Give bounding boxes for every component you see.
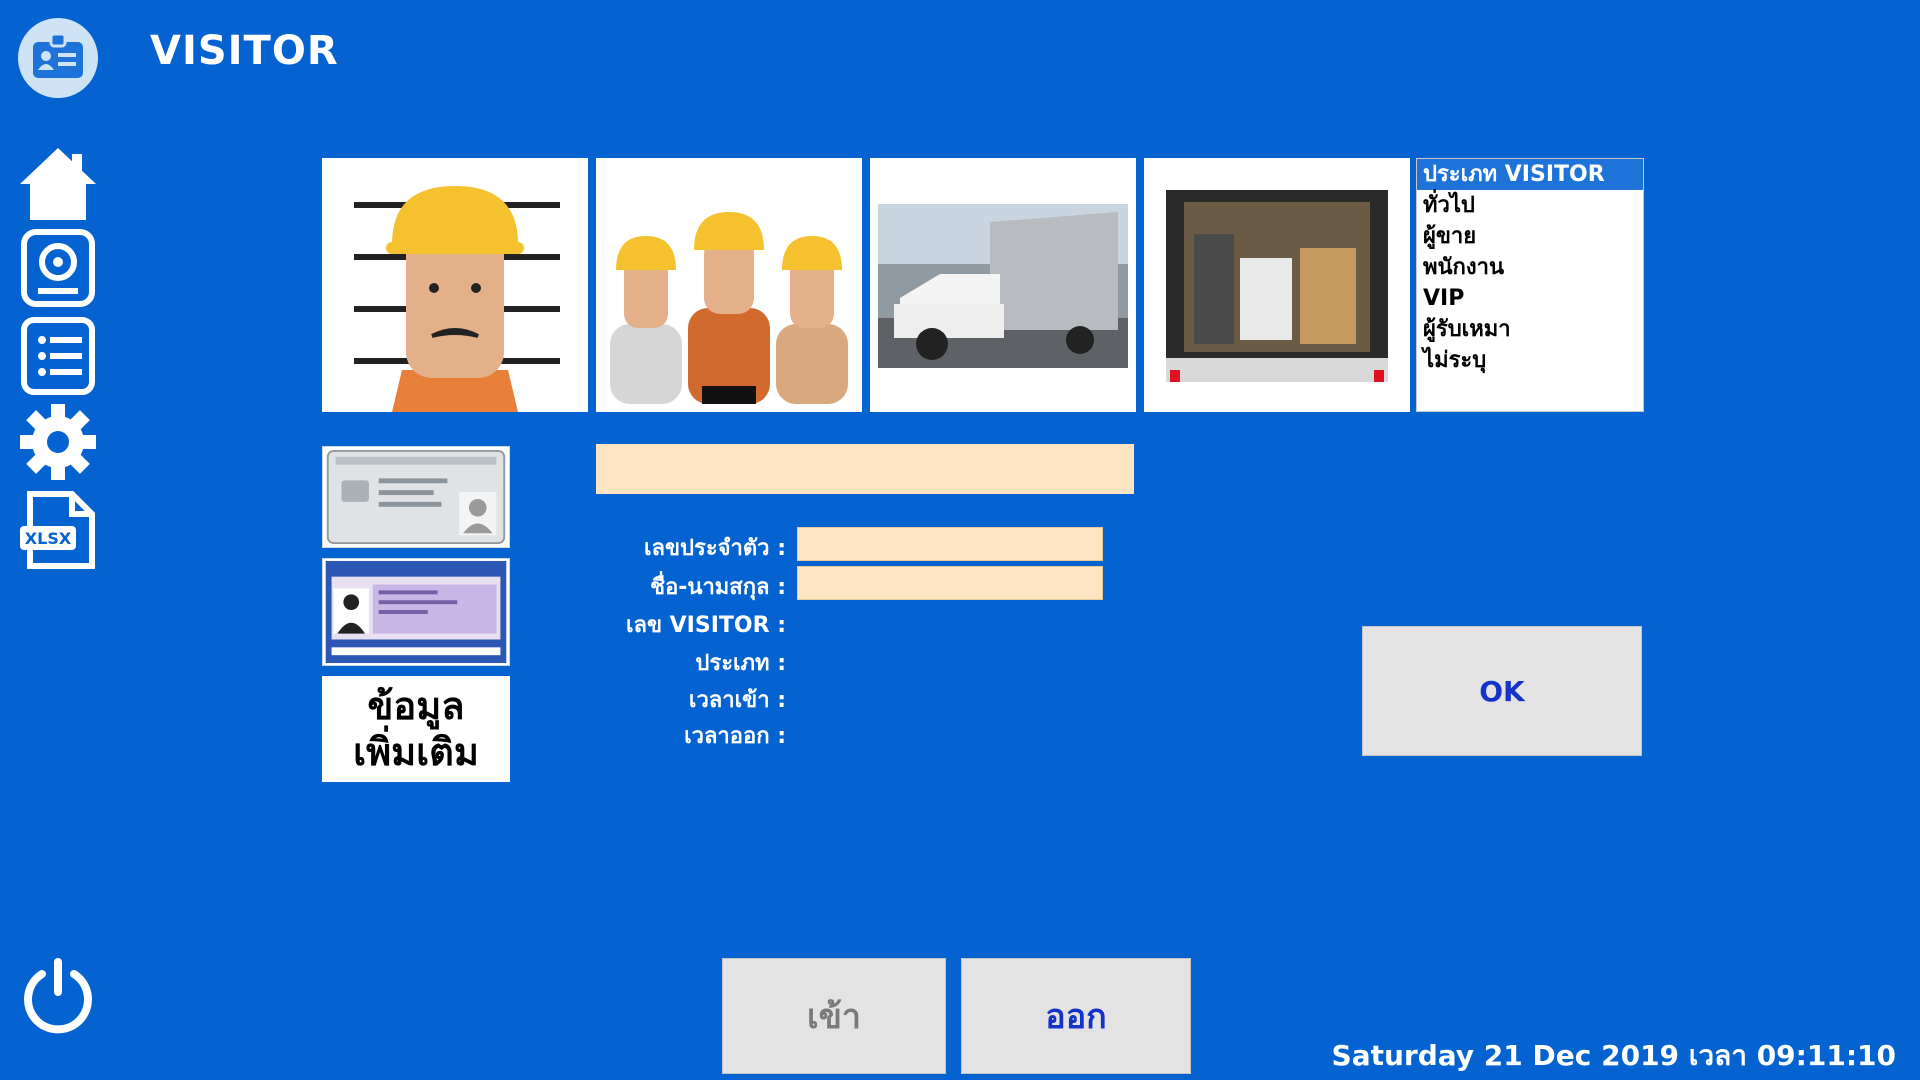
pickup-truck-photo (878, 204, 1128, 368)
id-number-label: เลขประจำตัว : (644, 536, 786, 561)
xlsx-file-icon[interactable]: XLSX (16, 490, 100, 570)
visitor-type-option[interactable]: ทั่วไป (1417, 190, 1643, 221)
app-title: VISITOR (150, 28, 339, 74)
visitor-face-photo[interactable] (322, 158, 588, 412)
id-number-input[interactable] (797, 527, 1103, 561)
visitor-type-header[interactable]: ประเภท VISITOR (1417, 159, 1643, 190)
driver-license-button[interactable] (322, 558, 510, 666)
datetime-display: Saturday 21 Dec 2019 เวลา 09:11:10 (1331, 1039, 1896, 1072)
visitor-type-list[interactable]: ประเภท VISITOR ทั่วไป ผู้ขาย พนักงาน VIP… (1416, 158, 1644, 412)
gear-icon[interactable] (16, 402, 100, 482)
id-card-button[interactable] (322, 446, 510, 548)
visitor-type-label: ประเภท : (695, 651, 786, 676)
thai-id-card-icon (326, 449, 506, 545)
list-icon[interactable] (16, 316, 100, 396)
cargo-photo[interactable] (1144, 158, 1410, 412)
visitor-type-option[interactable]: ผู้ขาย (1417, 221, 1643, 252)
more-info-button[interactable]: ข้อมูล เพิ่มเติม (322, 676, 510, 782)
visitor-type-option[interactable]: VIP (1417, 283, 1643, 314)
vehicle-photo[interactable] (870, 158, 1136, 412)
enter-button[interactable]: เข้า (722, 958, 946, 1074)
power-icon[interactable] (16, 956, 100, 1036)
visitor-type-option[interactable]: ไม่ระบุ (1417, 345, 1643, 376)
full-name-label: ชื่อ-นามสกุล : (650, 575, 786, 600)
truck-cargo-photo (1166, 190, 1388, 382)
webcam-icon[interactable] (16, 228, 100, 308)
ok-button[interactable]: OK (1362, 626, 1642, 756)
full-name-input[interactable] (797, 566, 1103, 600)
visitor-number-label: เลข VISITOR : (625, 613, 786, 638)
visitor-type-option[interactable]: ผู้รับเหมา (1417, 314, 1643, 345)
worker-mugshot-icon (354, 186, 560, 412)
exit-button[interactable]: ออก (961, 958, 1191, 1074)
visitor-type-option[interactable]: พนักงาน (1417, 252, 1643, 283)
group-photo[interactable] (596, 158, 862, 412)
info-banner (596, 444, 1134, 494)
time-out-label: เวลาออก : (684, 724, 786, 749)
worker-group-icon (610, 212, 848, 404)
app-logo-icon (18, 18, 98, 98)
time-in-label: เวลาเข้า : (688, 688, 786, 713)
xlsx-label: XLSX (25, 529, 72, 548)
home-icon[interactable] (16, 144, 100, 224)
driving-license-icon (325, 560, 507, 664)
